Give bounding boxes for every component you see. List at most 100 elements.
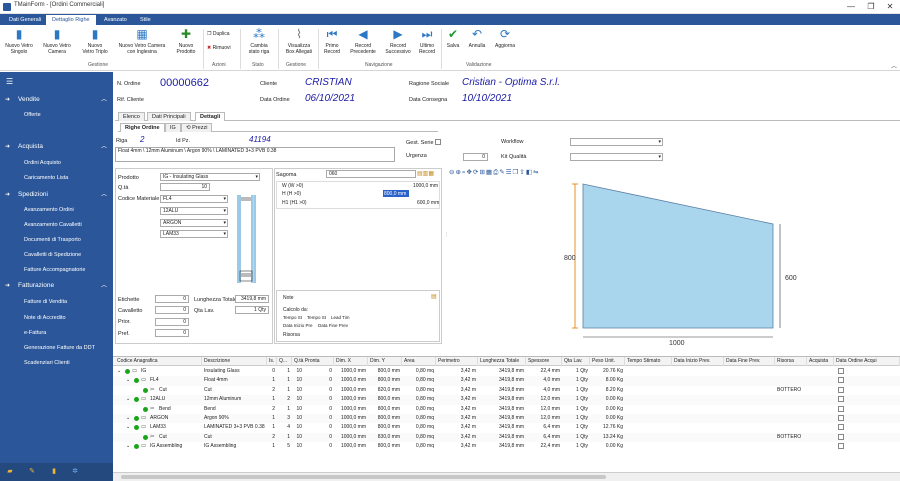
- menu-tab-dati-generali[interactable]: Dati Generali: [3, 15, 47, 25]
- prodotto-combo[interactable]: IG - Insulating Glass ▾: [160, 173, 260, 181]
- record-successivo-button[interactable]: ▶ Record Successivo: [382, 27, 414, 61]
- acquista-checkbox[interactable]: [838, 386, 844, 393]
- tab-dati-principali[interactable]: Dati Principali: [147, 112, 191, 121]
- acquista-checkbox[interactable]: [838, 377, 844, 384]
- th-codice[interactable]: Codice Anagrafica: [115, 357, 202, 366]
- th-risorsa[interactable]: Risorsa: [775, 357, 807, 366]
- lunghezza-totale-field[interactable]: 3419,8 mm: [235, 295, 269, 303]
- material-combo-1[interactable]: FL4 ▾: [160, 195, 228, 203]
- expand-toggle-icon[interactable]: ⌄: [126, 424, 130, 430]
- scrollbar-thumb[interactable]: [121, 475, 606, 479]
- expand-toggle-icon[interactable]: ⌄: [126, 443, 130, 449]
- table-row[interactable]: ✂ Cut Cut 2 1 10 0 1000,0 mm 830,0 mm 0,80 mq 3,42…: [113, 432, 900, 443]
- close-button[interactable]: ✕: [885, 2, 895, 12]
- gear-icon[interactable]: ✲: [71, 468, 79, 476]
- sidebar-item-fatture-accompagnatorie[interactable]: Fatture Accompagnatorie: [24, 267, 85, 273]
- table-row[interactable]: ✂ Cut Cut 2 1 10 0 1000,0 mm 820,0 mm 0,80 mq 3,42…: [113, 385, 900, 396]
- acquista-checkbox[interactable]: [838, 424, 844, 431]
- sidebar-item-avanzamento-ordini[interactable]: Avanzamento Ordini: [24, 207, 74, 213]
- menu-tab-stile[interactable]: Stile: [134, 15, 157, 25]
- material-combo-4[interactable]: LAM33 ▾: [160, 230, 228, 238]
- th-area[interactable]: Area: [402, 357, 436, 366]
- subtab-prezzi[interactable]: ⟲ Prezzi: [181, 123, 213, 132]
- table-row[interactable]: ⌄ ▭ ARGON Argon 90% 1 3 10 0 1000,0 mm 800,0 mm 0,…: [113, 414, 900, 424]
- th-q[interactable]: Q...: [277, 357, 292, 366]
- nuovo-vetro-camera-inglesina-button[interactable]: ▦ Nuovo Vetro Camera con Inglesina: [116, 27, 168, 61]
- kit-qualita-combo[interactable]: ▾: [570, 153, 663, 161]
- horizontal-scrollbar[interactable]: [113, 472, 900, 481]
- nuovo-prodotto-button[interactable]: ✚ Nuovo Prodotto: [172, 27, 200, 61]
- qta-field[interactable]: 10: [160, 183, 210, 191]
- th-data-fine[interactable]: Data Fine Prev.: [724, 357, 775, 366]
- table-row[interactable]: ⌄ ▭ FL4 Float 4mm 1 1 10 0 1000,0 mm 800,0 mm 0,80…: [113, 376, 900, 386]
- th-descrizione[interactable]: Descrizione: [202, 357, 267, 366]
- expand-toggle-icon[interactable]: ⌄: [126, 415, 130, 421]
- th-perimetro[interactable]: Perimetro: [436, 357, 478, 366]
- th-qta-lav[interactable]: Qta Lav.: [562, 357, 590, 366]
- menu-tab-dettaglio-righe[interactable]: Dettaglio Righe: [46, 15, 96, 25]
- subtab-ig[interactable]: IG: [165, 123, 181, 132]
- pencil-icon[interactable]: ✎: [28, 468, 36, 476]
- table-row[interactable]: ⌄ ▭ 12ALU 12mm Aluminum 1 2 10 0 1000,0 mm 800,0 …: [113, 395, 900, 405]
- sidebar-item-offerte[interactable]: Offerte: [24, 112, 41, 118]
- sidebar-section-acquista[interactable]: ➜ Acquista ︿: [0, 141, 113, 153]
- ultimo-record-button[interactable]: ⏭ Ultimo Record: [416, 27, 438, 61]
- acquista-checkbox[interactable]: [838, 396, 844, 403]
- salva-button[interactable]: ✔ Salva: [444, 27, 462, 61]
- splitter-handle[interactable]: ⋮: [444, 232, 449, 238]
- table-row[interactable]: ⌄ ▭ LAM33 LAMINATED 3+3 PVB 0.38 1 4 10 0 1000,0…: [113, 423, 900, 433]
- duplica-button[interactable]: ❐ Duplica: [207, 31, 230, 37]
- sidebar-item-ordini-acquisto[interactable]: Ordini Acquisto: [24, 160, 61, 166]
- sidebar-item-ordini-commerciali[interactable]: Ordini Commerciali: [19, 125, 113, 134]
- layers-icon[interactable]: ☰: [506, 169, 513, 176]
- color-icon[interactable]: ◧: [526, 169, 533, 176]
- sidebar-item-generazione-fatture[interactable]: Generazione Fatture da DDT: [24, 345, 95, 351]
- th-dim-x[interactable]: Dim. X: [334, 357, 368, 366]
- th-spessore[interactable]: Spessore: [526, 357, 562, 366]
- acquista-checkbox[interactable]: [838, 405, 844, 412]
- aggiorna-button[interactable]: ⟳ Aggiorna: [492, 27, 518, 61]
- primo-record-button[interactable]: ⏮ Primo Record: [321, 27, 343, 61]
- collapse-ribbon-icon[interactable]: ︿: [891, 61, 897, 70]
- menu-tab-avanzato[interactable]: Avanzato: [98, 15, 133, 25]
- material-combo-2[interactable]: 12ALU ▾: [160, 207, 228, 215]
- table-row[interactable]: ⌄ ▭ IG Assembling IG Assembling 1 5 10 0 1000,0 …: [113, 442, 900, 452]
- sidebar-item-note-accredito[interactable]: Note di Accredito: [24, 315, 66, 321]
- sidebar-item-documenti-trasporto[interactable]: Documenti di Trasporto: [24, 237, 81, 243]
- bar-chart-icon[interactable]: ▮: [50, 468, 58, 476]
- expand-toggle-icon[interactable]: ⌄: [126, 396, 130, 402]
- th-is[interactable]: Is.: [267, 357, 277, 366]
- table-row[interactable]: ⌄ ▭ IG Insulating Glass 0 1 10 0 1000,0 mm 800,0 …: [113, 367, 900, 377]
- description-field[interactable]: Float 4mm \ 12mm Aluminum \ Argon 90% \ …: [115, 147, 395, 162]
- flip-icon[interactable]: ⇋: [533, 169, 539, 176]
- param-h-value[interactable]: 800,0 mm: [384, 191, 406, 197]
- cavalletto-field[interactable]: 0: [155, 306, 189, 314]
- sidebar-section-spedizioni[interactable]: ➜ Spedizioni ︿: [0, 189, 113, 201]
- th-tempo-stimato[interactable]: Tempo Stimato: [625, 357, 672, 366]
- workflow-combo[interactable]: ▾: [570, 138, 663, 146]
- record-precedente-button[interactable]: ◀ Record Precedente: [347, 27, 379, 61]
- cambia-stato-riga-button[interactable]: ⁂ Cambia stato riga: [244, 27, 274, 61]
- glass-shape[interactable]: [582, 183, 774, 329]
- th-qta-pronta[interactable]: Q.tà Pronta: [292, 357, 334, 366]
- annulla-button[interactable]: ↶ Annulla: [466, 27, 488, 61]
- material-combo-3[interactable]: ARGON ▾: [160, 219, 228, 227]
- subtab-righe-ordine[interactable]: Righe Ordine: [120, 123, 165, 132]
- sidebar-item-fatture-vendita[interactable]: Fatture di Vendita: [24, 299, 67, 305]
- sidebar-section-fatturazione[interactable]: ➜ Fatturazione ︿: [0, 280, 113, 292]
- hamburger-icon[interactable]: ☰: [6, 77, 13, 86]
- table-row[interactable]: ✂ Bend Bend 2 1 10 0 1000,0 mm 800,0 mm 0,80 mq 3,…: [113, 404, 900, 414]
- etichette-field[interactable]: 0: [155, 295, 189, 303]
- th-data-ordine-acq[interactable]: Data Ordine Acqui: [834, 357, 900, 366]
- minimize-button[interactable]: —: [846, 2, 856, 12]
- grid-icon[interactable]: ▦: [486, 169, 493, 176]
- nuovo-vetro-camera-button[interactable]: ▮ Nuovo Vetro Camera: [40, 27, 74, 61]
- param-h1-value[interactable]: 600,0 mm: [417, 200, 439, 206]
- pref-field[interactable]: 0: [155, 329, 189, 337]
- sidebar-section-vendite[interactable]: ➜ Vendite ︿: [0, 94, 113, 106]
- expand-toggle-icon[interactable]: ⌄: [126, 377, 130, 383]
- acquista-checkbox[interactable]: [838, 433, 844, 440]
- qta-lav-field[interactable]: 1 Qty: [235, 306, 269, 314]
- folder-icon[interactable]: ▰: [6, 468, 14, 476]
- th-acquista[interactable]: Acquista: [807, 357, 834, 366]
